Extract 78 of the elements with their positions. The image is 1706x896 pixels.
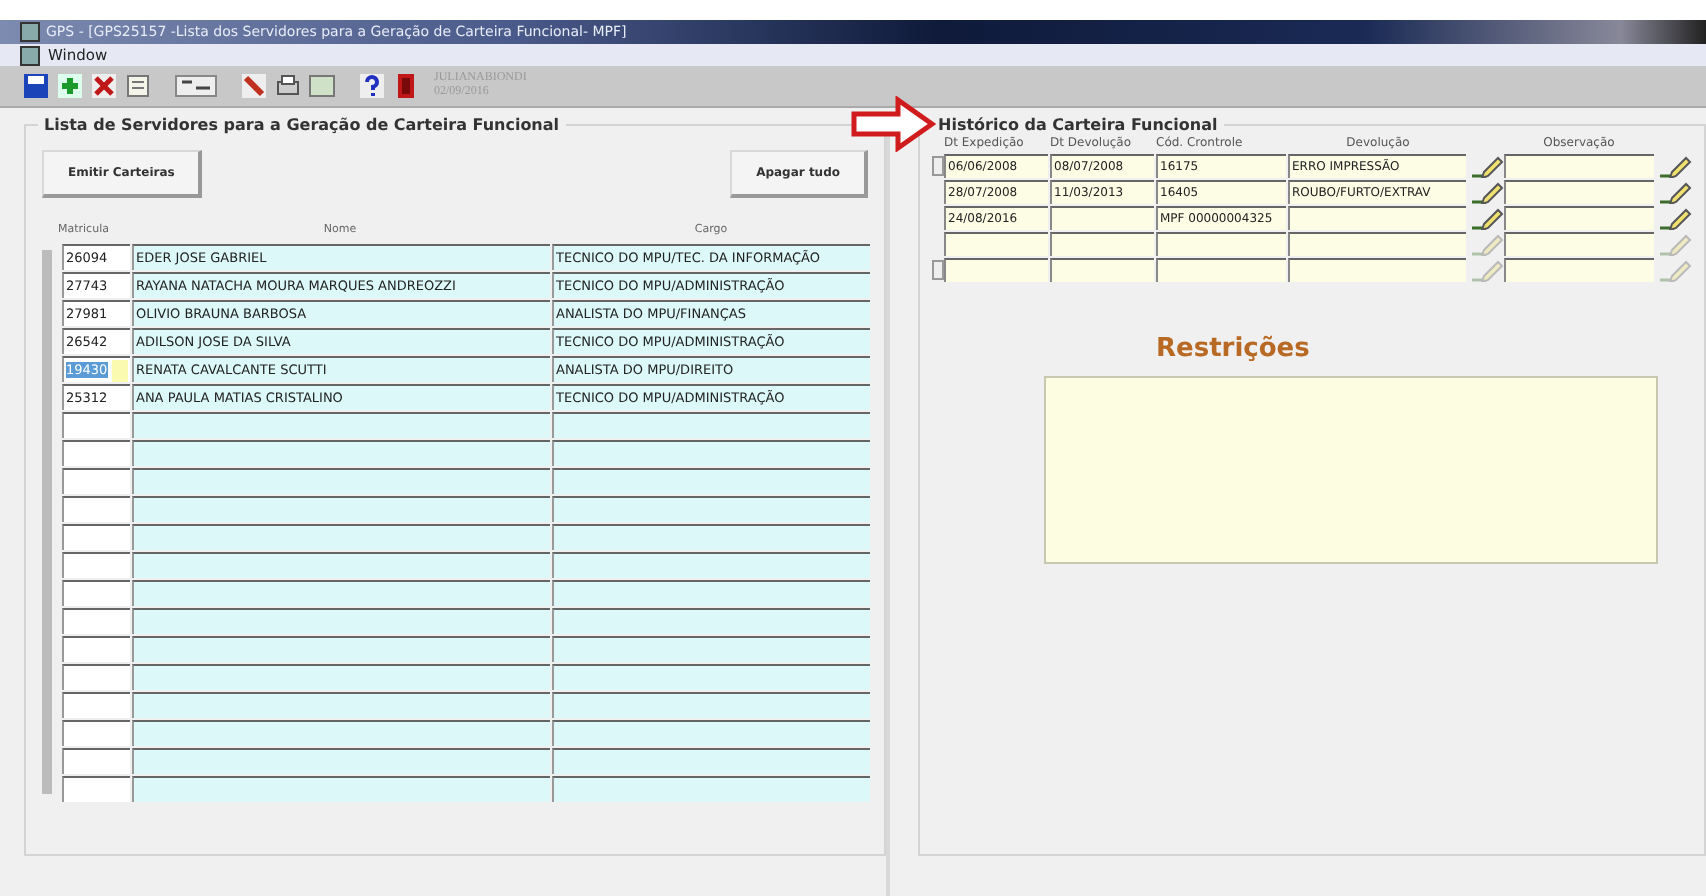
nome-field[interactable]	[132, 720, 550, 746]
matricula-field[interactable]	[62, 468, 130, 494]
cargo-field[interactable]	[552, 580, 870, 606]
history-field[interactable]	[1288, 258, 1466, 282]
cargo-field[interactable]	[552, 748, 870, 774]
cargo-field[interactable]	[552, 524, 870, 550]
nome-field[interactable]	[132, 412, 550, 438]
matricula-field[interactable]	[62, 720, 130, 746]
form-icon[interactable]	[174, 72, 218, 100]
cargo-field[interactable]	[552, 496, 870, 522]
history-field[interactable]	[1504, 180, 1654, 204]
cargo-field[interactable]	[552, 664, 870, 690]
cargo-field[interactable]	[552, 692, 870, 718]
matricula-field[interactable]	[62, 608, 130, 634]
exit-door-icon[interactable]	[392, 72, 420, 100]
help-icon[interactable]	[358, 72, 386, 100]
cargo-field[interactable]	[552, 636, 870, 662]
nome-field[interactable]	[132, 636, 550, 662]
panel-title: Lista de Servidores para a Geração de Carteira Funcional	[42, 116, 562, 134]
nome-field[interactable]	[132, 776, 550, 802]
arrow-icon	[850, 96, 938, 152]
history-field[interactable]	[1156, 258, 1286, 282]
nome-field[interactable]	[132, 692, 550, 718]
nome-field[interactable]	[132, 496, 550, 522]
history-field[interactable]	[944, 232, 1048, 256]
row-marker[interactable]	[932, 259, 944, 279]
matricula-field[interactable]	[62, 776, 130, 802]
panel-title: Histórico da Carteira Funcional	[936, 116, 1220, 134]
matricula-field[interactable]	[62, 412, 130, 438]
nome-field[interactable]	[132, 468, 550, 494]
edit-pencil-icon[interactable]	[1656, 204, 1692, 230]
add-icon[interactable]	[56, 72, 84, 100]
history-field[interactable]	[1156, 232, 1286, 256]
history-field[interactable]	[944, 258, 1048, 282]
edit-pencil-icon[interactable]	[1656, 178, 1692, 204]
edit-pencil-icon[interactable]	[1656, 152, 1692, 178]
history-field[interactable]	[1288, 232, 1466, 256]
nome-field[interactable]	[132, 608, 550, 634]
history-field[interactable]	[1504, 154, 1654, 178]
nome-field[interactable]	[132, 748, 550, 774]
cargo-field[interactable]	[552, 440, 870, 466]
matricula-field[interactable]	[62, 440, 130, 466]
delete-icon[interactable]	[90, 72, 118, 100]
restricoes-title: Restrições	[1156, 334, 1312, 364]
matricula-field[interactable]	[62, 692, 130, 718]
nome-field[interactable]	[132, 440, 550, 466]
matricula-field[interactable]	[62, 664, 130, 690]
cargo-field[interactable]	[552, 468, 870, 494]
row-marker[interactable]	[932, 155, 944, 175]
matricula-field[interactable]	[62, 748, 130, 774]
matricula-field[interactable]	[62, 636, 130, 662]
document-icon[interactable]	[124, 72, 152, 100]
nome-field[interactable]	[132, 524, 550, 550]
print-icon[interactable]	[274, 72, 302, 100]
matricula-field[interactable]	[62, 496, 130, 522]
cargo-field[interactable]	[552, 720, 870, 746]
cargo-field[interactable]	[552, 608, 870, 634]
history-field[interactable]	[1050, 258, 1154, 282]
history-field[interactable]	[1050, 206, 1154, 230]
matricula-field[interactable]	[62, 524, 130, 550]
nome-field[interactable]	[132, 664, 550, 690]
history-field[interactable]	[1504, 206, 1654, 230]
cargo-field[interactable]	[552, 552, 870, 578]
matricula-field[interactable]	[62, 580, 130, 606]
cargo-field[interactable]	[552, 776, 870, 802]
nome-field[interactable]	[132, 580, 550, 606]
window-icon[interactable]	[308, 72, 336, 100]
history-field[interactable]	[1050, 232, 1154, 256]
history-field[interactable]	[1504, 232, 1654, 256]
edit-pencil-icon[interactable]	[1468, 178, 1504, 204]
nome-field[interactable]	[132, 552, 550, 578]
edit-pencil-icon[interactable]	[1468, 204, 1504, 230]
cargo-field[interactable]	[552, 412, 870, 438]
history-field[interactable]	[1288, 206, 1466, 230]
save-icon[interactable]	[22, 72, 50, 100]
matricula-field[interactable]	[62, 552, 130, 578]
history-field[interactable]	[1504, 258, 1654, 282]
edit-pencil-icon[interactable]	[1468, 152, 1504, 178]
